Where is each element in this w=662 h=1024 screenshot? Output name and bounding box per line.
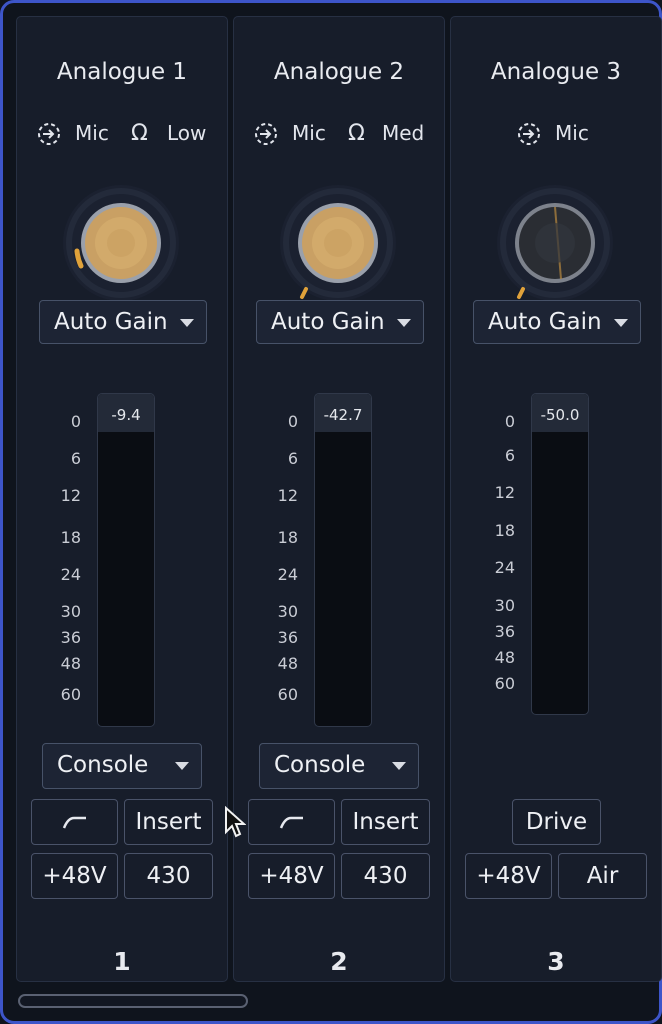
horizontal-scrollbar[interactable] xyxy=(18,994,248,1008)
auto-gain-label: Auto Gain xyxy=(271,309,385,335)
high-pass-filter-button[interactable] xyxy=(248,799,335,845)
scale-label: 18 xyxy=(494,521,515,540)
scale-label: 36 xyxy=(60,628,81,647)
mode-dropdown[interactable]: Console xyxy=(259,743,419,789)
caret-down-icon xyxy=(175,762,189,770)
insert-button[interactable]: Insert xyxy=(124,799,213,845)
scale-label: 18 xyxy=(277,528,298,547)
omega-icon: Ω xyxy=(348,121,365,146)
mode-dropdown[interactable]: Console xyxy=(42,743,202,789)
channel-title: Analogue 3 xyxy=(490,59,622,85)
gain-knob[interactable] xyxy=(278,183,398,303)
scale-label: 24 xyxy=(60,565,81,584)
scale-label: 36 xyxy=(494,622,515,641)
channel-number: 3 xyxy=(547,947,565,976)
mode-label: Console xyxy=(274,752,366,778)
scale-label: 30 xyxy=(60,602,81,621)
auto-gain-dropdown[interactable]: Auto Gain xyxy=(473,300,641,344)
scale-label: 60 xyxy=(60,685,81,704)
frequency-button[interactable]: 430 xyxy=(124,853,213,899)
channel-strip-2: Analogue 2 Mic Ω Med Auto Gain -42.7 0 6… xyxy=(233,16,445,982)
frequency-button[interactable]: 430 xyxy=(341,853,430,899)
scale-label: 24 xyxy=(494,558,515,577)
scale-label: 30 xyxy=(277,602,298,621)
gain-knob[interactable] xyxy=(61,183,181,303)
level-meter: -50.0 xyxy=(531,393,589,715)
auto-gain-label: Auto Gain xyxy=(54,309,168,335)
scale-label: 12 xyxy=(494,483,515,502)
input-type-label[interactable]: Mic xyxy=(75,121,109,145)
auto-gain-label: Auto Gain xyxy=(488,309,602,335)
input-settings-row: Mic Ω Med xyxy=(234,119,444,149)
channel-title: Analogue 2 xyxy=(273,59,405,85)
high-pass-filter-icon xyxy=(279,816,303,829)
drive-button[interactable]: Drive xyxy=(512,799,601,845)
scale-label: 6 xyxy=(70,449,81,468)
air-button[interactable]: Air xyxy=(558,853,647,899)
scale-label: 12 xyxy=(277,486,298,505)
omega-icon: Ω xyxy=(131,121,148,146)
scale-label: 60 xyxy=(494,674,515,693)
auto-gain-dropdown[interactable]: Auto Gain xyxy=(39,300,207,344)
scale-label: 0 xyxy=(287,412,298,431)
input-arrow-icon[interactable] xyxy=(36,121,62,147)
phantom-power-button[interactable]: +48V xyxy=(465,853,552,899)
scale-label: 60 xyxy=(277,685,298,704)
scale-label: 12 xyxy=(60,486,81,505)
phantom-power-button[interactable]: +48V xyxy=(31,853,118,899)
auto-gain-dropdown[interactable]: Auto Gain xyxy=(256,300,424,344)
caret-down-icon xyxy=(614,319,628,327)
mouse-pointer-icon xyxy=(225,806,246,838)
level-meter: -9.4 xyxy=(97,393,155,727)
scale-label: 0 xyxy=(70,412,81,431)
channel-number: 2 xyxy=(330,947,348,976)
scale-label: 6 xyxy=(287,449,298,468)
mode-label: Console xyxy=(57,752,149,778)
meter-readout: -42.7 xyxy=(315,394,371,432)
caret-down-icon xyxy=(392,762,406,770)
scale-label: 24 xyxy=(277,565,298,584)
input-settings-row: Mic xyxy=(451,119,661,149)
phantom-power-button[interactable]: +48V xyxy=(248,853,335,899)
caret-down-icon xyxy=(397,319,411,327)
insert-button[interactable]: Insert xyxy=(341,799,430,845)
input-type-label[interactable]: Mic xyxy=(555,121,589,145)
meter-readout: -9.4 xyxy=(98,394,154,432)
input-settings-row: Mic Ω Low xyxy=(17,119,227,149)
gain-knob[interactable] xyxy=(495,183,615,303)
scale-label: 48 xyxy=(277,654,298,673)
meter-readout: -50.0 xyxy=(532,394,588,432)
level-meter: -42.7 xyxy=(314,393,372,727)
impedance-label[interactable]: Low xyxy=(167,121,206,145)
scale-label: 48 xyxy=(60,654,81,673)
scale-label: 18 xyxy=(60,528,81,547)
channel-strip-3: Analogue 3 Mic Auto Gain -50.0 0 6 12 18… xyxy=(450,16,662,982)
impedance-label[interactable]: Med xyxy=(382,121,424,145)
input-arrow-icon[interactable] xyxy=(253,121,279,147)
channel-strip-1: Analogue 1 Mic Ω Low Auto Gain -9.4 0 6 … xyxy=(16,16,228,982)
scale-label: 30 xyxy=(494,596,515,615)
scale-label: 36 xyxy=(277,628,298,647)
channel-title: Analogue 1 xyxy=(56,59,188,85)
scale-label: 6 xyxy=(504,446,515,465)
input-type-label[interactable]: Mic xyxy=(292,121,326,145)
caret-down-icon xyxy=(180,319,194,327)
scale-label: 48 xyxy=(494,648,515,667)
channel-number: 1 xyxy=(113,947,131,976)
scale-label: 0 xyxy=(504,412,515,431)
high-pass-filter-button[interactable] xyxy=(31,799,118,845)
high-pass-filter-icon xyxy=(62,816,86,829)
input-arrow-icon[interactable] xyxy=(516,121,542,147)
